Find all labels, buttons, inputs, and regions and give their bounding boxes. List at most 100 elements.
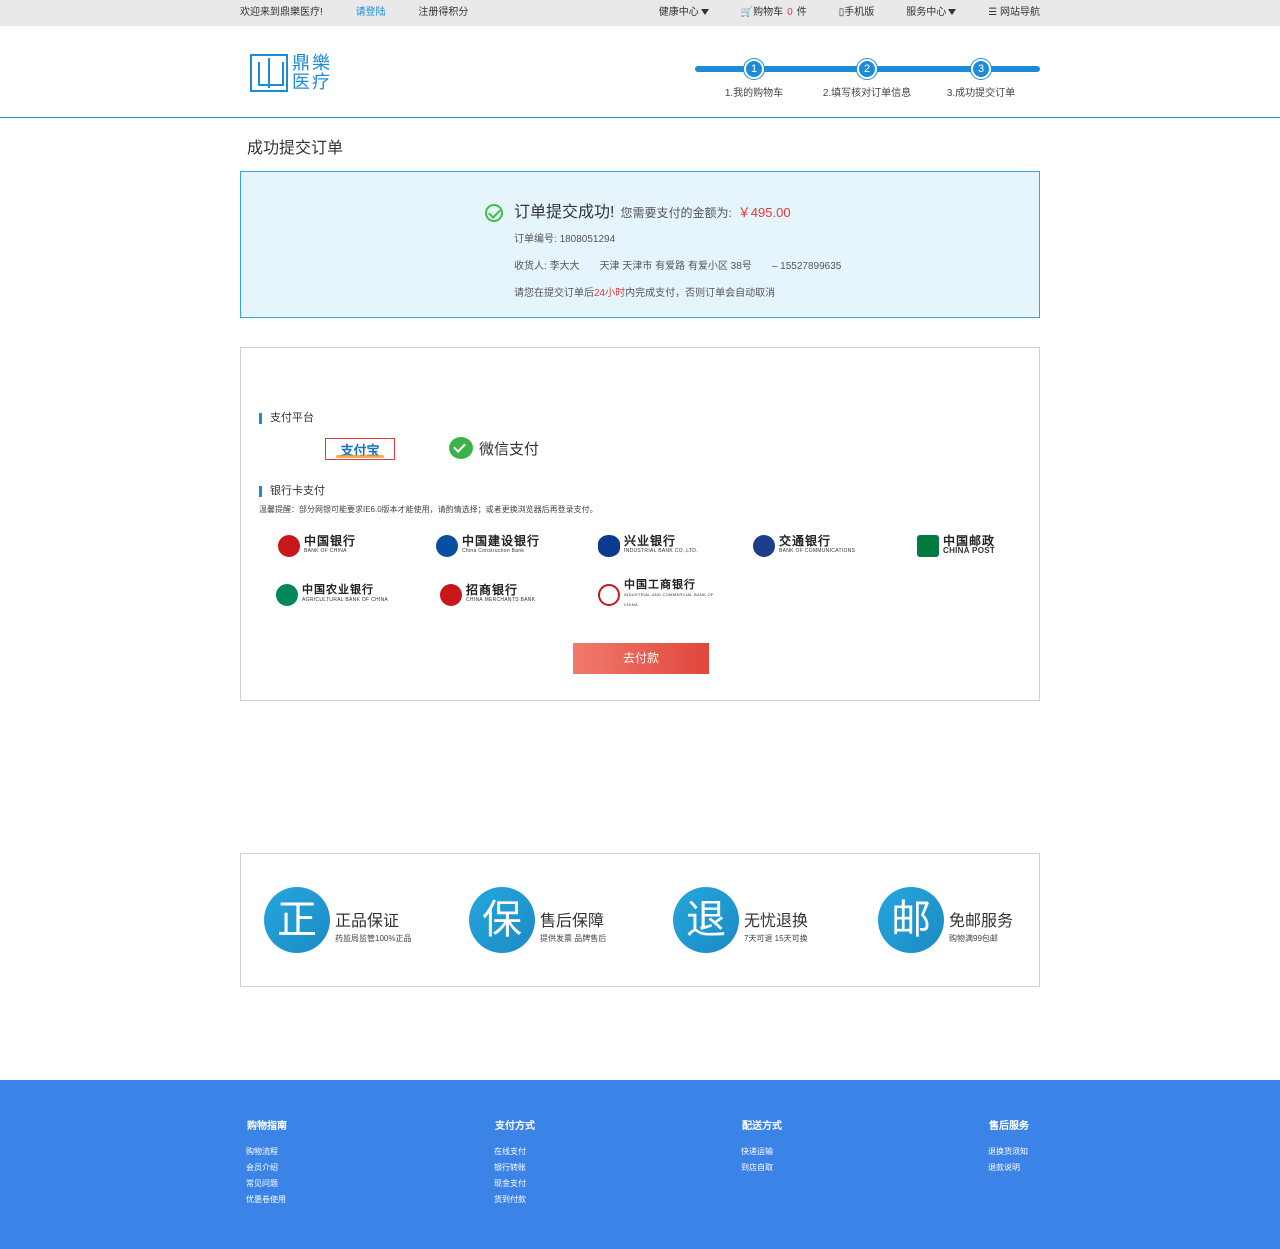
alipay-option[interactable]: 支付宝 <box>325 438 395 460</box>
guarantee-panel: 正 正品保证 药监局监管100%正品 保 售后保障 提供发票 品牌售后 退 无忧退换… <box>240 853 1040 987</box>
receiver-label: 收货人: <box>514 261 547 272</box>
step-number: 1 <box>744 59 764 79</box>
guarantee-after-sales: 保 售后保障提供发票 品牌售后 <box>469 886 669 954</box>
logo-text: 鼎樂医疗 <box>292 53 332 92</box>
step-1: 1 1.我的购物车 <box>694 59 814 99</box>
guarantee-title: 售后保障 <box>540 912 605 930</box>
order-success-panel: 订单提交成功! 您需要支付的金额为: ￥495.00 订单编号: 180805129… <box>240 171 1040 318</box>
step-label: 1.我的购物车 <box>724 88 784 99</box>
order-number: 1808051294 <box>559 234 616 245</box>
bank-name: 交通银行 <box>779 534 832 548</box>
service-center-menu[interactable]: 服务中心 <box>906 0 957 26</box>
china-post-icon <box>917 535 939 557</box>
bank-option-post[interactable]: 中国邮政 CHINA POST <box>917 531 1047 561</box>
merchants-bank-icon <box>440 584 462 606</box>
guarantee-desc: 提供发票 品牌售后 <box>540 933 607 943</box>
bank-name: 兴业银行 <box>624 534 677 548</box>
footer-link[interactable]: 购物流程 <box>246 1144 287 1160</box>
mobile-link[interactable]: ▯手机版 <box>839 0 875 26</box>
guarantee-title: 免邮服务 <box>949 912 1014 930</box>
bank-name: 中国工商银行 <box>624 578 696 591</box>
wechat-icon <box>449 437 473 459</box>
notice-text: 内完成支付，否则订单会自动取消 <box>625 288 776 299</box>
health-center-menu[interactable]: 健康中心 <box>659 0 709 26</box>
guarantee-free-shipping: 邮 免邮服务购物满99包邮 <box>878 886 1078 954</box>
notice-text: 请您在提交订单后 <box>514 288 594 299</box>
chevron-down-icon <box>700 9 709 16</box>
bank-option-ccb[interactable]: 中国建设银行 China Construction Bank <box>436 531 566 561</box>
alipay-logo: 支付宝 <box>336 440 384 459</box>
success-title: 订单提交成功! <box>514 204 615 221</box>
cart-unit: 件 <box>796 7 807 18</box>
bank-of-china-icon <box>278 535 300 557</box>
bank-of-communications-icon <box>753 535 775 557</box>
notice-time: 24小时 <box>594 288 626 299</box>
register-link[interactable]: 注册得积分 <box>418 7 468 18</box>
free-shipping-icon: 邮 <box>878 887 944 953</box>
bank-name: 中国农业银行 <box>302 583 374 596</box>
after-sales-icon: 保 <box>469 887 535 953</box>
guarantee-desc: 7天可退 15天可换 <box>744 933 808 943</box>
footer-link[interactable]: 常见问题 <box>246 1176 287 1192</box>
footer-link[interactable]: 退换货须知 <box>988 1144 1029 1160</box>
construction-bank-icon <box>436 535 458 557</box>
guarantee-authentic: 正 正品保证 药监局监管100%正品 <box>264 886 464 954</box>
receiver-line: 收货人: 李大大 天津 天津市 有爱路 有爱小区 38号 – 15527899635 <box>514 257 841 272</box>
login-link[interactable]: 请登陆 <box>356 7 386 18</box>
footer-link[interactable]: 银行转账 <box>494 1160 535 1176</box>
guarantee-desc: 购物满99包邮 <box>949 933 998 943</box>
footer-link[interactable]: 在线支付 <box>494 1144 535 1160</box>
order-number-line: 订单编号: 1808051294 <box>514 230 841 245</box>
platform-section-title: 支付平台 <box>259 413 314 424</box>
footer-link[interactable]: 现金支付 <box>494 1176 535 1192</box>
bank-name: 招商银行 <box>466 583 519 597</box>
bank-option-bocom[interactable]: 交通银行 BANK OF COMMUNICATIONS <box>753 531 883 561</box>
guarantee-title: 正品保证 <box>335 912 400 930</box>
amount-label: 您需要支付的金额为: <box>620 206 732 220</box>
step-label: 3.成功提交订单 <box>946 88 1016 99</box>
receiver-address: 天津 天津市 有爱路 有爱小区 38号 <box>599 261 752 272</box>
bank-name-en: AGRICULTURAL BANK OF CHINA <box>302 597 389 603</box>
footer-link[interactable]: 退款说明 <box>988 1160 1029 1176</box>
footer-col-title: 支付方式 <box>495 1121 535 1132</box>
check-circle-icon <box>485 204 503 222</box>
footer-col-title: 配送方式 <box>742 1121 782 1132</box>
step-label: 2.填写核对订单信息 <box>822 88 912 99</box>
footer-link[interactable]: 会员介绍 <box>246 1160 287 1176</box>
footer-link[interactable]: 快递运输 <box>741 1144 782 1160</box>
bank-option-cmb[interactable]: 招商银行 CHINA MERCHANTS BANK <box>440 580 570 610</box>
cart-icon: 🛒 <box>740 7 754 18</box>
bank-option-abc[interactable]: 中国农业银行 AGRICULTURAL BANK OF CHINA <box>276 580 406 610</box>
bank-name-en: CHINA POST <box>943 546 996 555</box>
page-title: 成功提交订单 <box>247 140 344 157</box>
header: 鼎樂医疗 1 1.我的购物车 2 2.填写核对订单信息 3 3.成功提交订单 <box>0 26 1280 118</box>
wechat-pay-option[interactable]: 微信支付 <box>449 437 539 459</box>
bank-name: 中国建设银行 <box>462 534 541 548</box>
site-nav-menu[interactable]: ☰ 网站导航 <box>988 0 1040 26</box>
returns-icon: 退 <box>673 887 739 953</box>
step-3: 3 3.成功提交订单 <box>921 59 1041 99</box>
cart-link[interactable]: 🛒购物车 0 件 <box>741 0 807 26</box>
footer-col-title: 售后服务 <box>989 1121 1029 1132</box>
bank-section-title: 银行卡支付 <box>259 486 325 497</box>
icbc-icon <box>598 584 620 606</box>
bank-notice: 温馨提醒：部分网银可能要求IE6.0版本才能使用，请酌情选择；或者更换浏览器后再… <box>259 505 598 514</box>
receiver-name: 李大大 <box>549 261 580 272</box>
pay-button[interactable]: 去付款 <box>573 643 709 674</box>
footer: 购物指南 购物流程 会员介绍 常见问题 优惠卷使用 支付方式 在线支付 银行转账… <box>0 1080 1280 1249</box>
bank-name-en: BANK OF COMMUNICATIONS <box>779 548 856 554</box>
site-logo[interactable]: 鼎樂医疗 <box>250 54 334 92</box>
payment-panel: 支付平台 支付宝 微信支付 银行卡支付 温馨提醒：部分网银可能要求IE6.0版本… <box>240 347 1040 701</box>
footer-link[interactable]: 优惠卷使用 <box>246 1192 287 1208</box>
cart-count: 0 <box>787 7 793 18</box>
amount-value: ￥495.00 <box>737 205 791 220</box>
order-number-label: 订单编号: <box>514 234 557 245</box>
footer-link[interactable]: 到店自取 <box>741 1160 782 1176</box>
cart-label: 购物车 <box>753 7 784 18</box>
footer-link[interactable]: 货到付款 <box>494 1192 535 1208</box>
success-heading: 订单提交成功! 您需要支付的金额为: ￥495.00 <box>514 202 841 224</box>
wechat-pay-label: 微信支付 <box>479 440 540 458</box>
bank-option-boc[interactable]: 中国银行 BANK OF CHINA <box>278 531 408 561</box>
bank-option-cib[interactable]: 兴业银行 INDUSTRIAL BANK CO.,LTD. <box>598 531 728 561</box>
bank-option-icbc[interactable]: 中国工商银行 INDUSTRIAL AND COMMERCIAL BANK OF … <box>598 578 728 610</box>
